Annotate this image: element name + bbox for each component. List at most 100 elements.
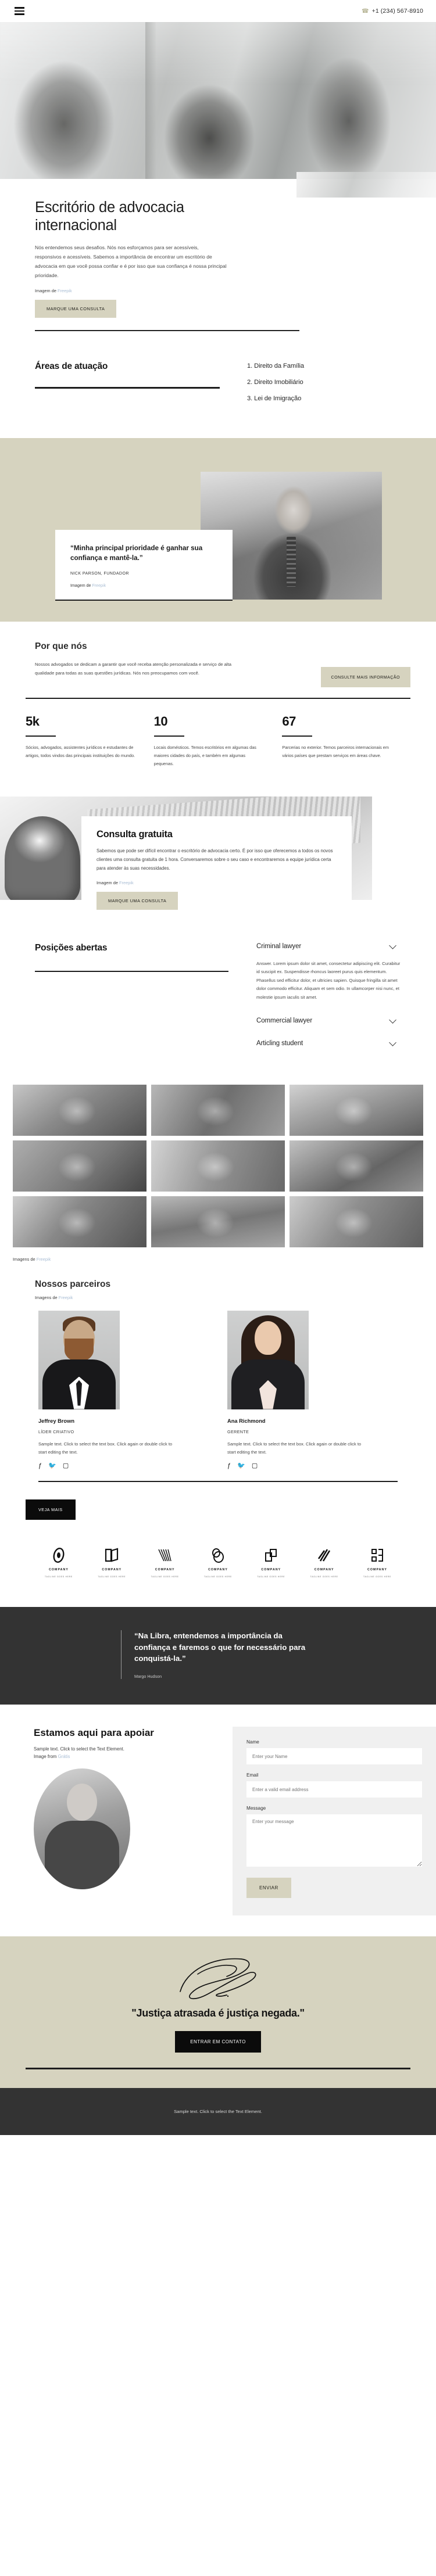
hamburger-icon[interactable] [13, 5, 26, 17]
client-logo[interactable]: COMPANY TAGLINE GOES HERE [357, 1547, 398, 1578]
accordion-label: Commercial lawyer [256, 1017, 313, 1025]
stat-item: 10 Locais domésticos. Temos escritórios … [153, 714, 283, 768]
consult-image-credit: Imagem de Freepik [97, 880, 337, 885]
client-logo[interactable]: COMPANY TAGLINE GOES HERE [38, 1547, 79, 1578]
gallery-credit-link[interactable]: Freepik [37, 1257, 51, 1262]
why-us-cta-button[interactable]: CONSULTE MAIS INFORMAÇÃO [320, 666, 410, 687]
hero-cta-button[interactable]: MARQUE UMA CONSULTA [35, 299, 117, 318]
twitter-icon[interactable]: 🐦 [237, 1463, 245, 1469]
partners-credit-prefix: Imagens de [35, 1294, 59, 1300]
logo-tagline: TAGLINE GOES HERE [151, 1576, 179, 1578]
partners-credit: Imagens de Freepik [35, 1295, 410, 1300]
logo-name: COMPANY [314, 1568, 334, 1572]
gallery-image[interactable] [151, 1140, 285, 1192]
contact-form: Name Email Message ENVIAR [233, 1727, 436, 1916]
free-consultation-section: Consulta gratuita Sabemos que pode ser d… [0, 796, 436, 921]
contact-image-credit: Image from Grátis [34, 1754, 233, 1759]
gallery-image[interactable] [290, 1196, 423, 1247]
signature-divider [26, 2068, 410, 2069]
stat-number: 10 [153, 714, 168, 729]
phone-number: +1 (234) 567-8910 [371, 8, 423, 15]
partners-section: Nossos parceiros Imagens de Freepik Jeff… [0, 1262, 436, 1488]
stat-description: Parcerias no exterior. Temos parceiros i… [282, 744, 389, 759]
why-us-divider [26, 697, 410, 699]
gallery-image[interactable] [13, 1084, 146, 1136]
see-more-button[interactable]: VEJA MAIS [26, 1499, 76, 1520]
client-logo[interactable]: COMPANY TAGLINE GOES HERE [304, 1547, 345, 1578]
hero-credit-link[interactable]: Freepik [58, 288, 72, 293]
twitter-icon[interactable]: 🐦 [48, 1463, 56, 1469]
free-consultation-card: Consulta gratuita Sabemos que pode ser d… [81, 816, 352, 921]
team-member-bio: Sample text. Click to select the text bo… [227, 1441, 362, 1455]
instagram-icon[interactable]: ▢ [63, 1463, 69, 1469]
accordion-item-commercial-lawyer[interactable]: Commercial lawyer [256, 1016, 401, 1025]
message-field[interactable] [246, 1814, 422, 1867]
why-us-title: Por que nós [35, 641, 87, 651]
logo-name: COMPANY [261, 1568, 281, 1572]
logo-tagline: TAGLINE GOES HERE [98, 1576, 126, 1578]
chevron-down-icon[interactable] [389, 1038, 396, 1046]
accordion-item-criminal-lawyer[interactable]: Criminal lawyer Answer. Lorem ipsum dolo… [256, 941, 401, 1002]
phone-link[interactable]: ☎ +1 (234) 567-8910 [362, 8, 423, 15]
stat-number: 67 [282, 714, 296, 729]
logo-tagline: TAGLINE GOES HERE [45, 1576, 73, 1578]
email-field[interactable] [246, 1781, 422, 1798]
testimonial-credit-prefix: Imagem de [70, 583, 92, 588]
testimonial-author: NICK PARSON, FUNDADOR [70, 571, 129, 576]
chevron-down-icon[interactable] [389, 941, 396, 949]
free-consultation-description: Sabemos que pode ser difícil encontrar o… [97, 848, 333, 871]
testimonial-card: “Minha principal prioridade é ganhar sua… [55, 530, 233, 600]
submit-button[interactable]: ENVIAR [246, 1878, 291, 1899]
contact-cta-button[interactable]: ENTRAR EM CONTATO [175, 2031, 261, 2053]
practice-areas-section: Áreas de atuação 1. Direito da Família 2… [0, 336, 436, 439]
dark-quote-author: Margo Hudson [134, 1674, 162, 1680]
stat-underline [26, 736, 56, 737]
testimonial-credit-link[interactable]: Freepik [92, 583, 106, 588]
team-member-role: LÍDER CRIATIVO [38, 1429, 74, 1434]
logo-brackets-icon [370, 1547, 385, 1564]
client-logos-row: COMPANY TAGLINE GOES HERE COMPANY TAGLIN… [0, 1520, 436, 1607]
gallery-image[interactable] [13, 1140, 146, 1192]
list-item: 2. Direito Imobiliário [247, 379, 303, 386]
client-logo[interactable]: COMPANY TAGLINE GOES HERE [198, 1547, 238, 1578]
team-member-name: Ana Richmond [227, 1418, 266, 1424]
facebook-icon[interactable]: ƒ [227, 1463, 231, 1469]
client-logo[interactable]: COMPANY TAGLINE GOES HERE [145, 1547, 185, 1578]
footer: Sample text. Click to select the Text El… [0, 2087, 436, 2135]
gallery-image[interactable] [13, 1196, 146, 1247]
contact-credit-link[interactable]: Grátis [58, 1754, 70, 1759]
why-us-section: Por que nós Nossos advogados se dedicam … [0, 621, 436, 785]
client-logo[interactable]: COMPANY TAGLINE GOES HERE [251, 1547, 291, 1578]
partners-divider [38, 1481, 398, 1483]
accordion-header[interactable]: Articling student [256, 1038, 401, 1047]
page-title: Escritório de advocacia internacional [35, 199, 184, 234]
consult-credit-link[interactable]: Freepik [119, 880, 134, 885]
chevron-down-icon[interactable] [389, 1016, 396, 1024]
open-positions-heading-block: Posições abertas [35, 943, 230, 1063]
logo-name: COMPANY [367, 1568, 387, 1572]
open-positions-section: Posições abertas Criminal lawyer Answer.… [0, 917, 436, 1080]
gallery-credit: Imagens de Freepik [0, 1253, 436, 1262]
accordion-item-articling-student[interactable]: Articling student [256, 1038, 401, 1047]
team-list: Jeffrey Brown LÍDER CRIATIVO Sample text… [38, 1310, 410, 1470]
partners-credit-link[interactable]: Freepik [59, 1295, 73, 1300]
gallery-image[interactable] [290, 1084, 423, 1136]
practice-areas-heading-block: Áreas de atuação [35, 361, 230, 411]
name-field[interactable] [246, 1748, 422, 1765]
accordion-header[interactable]: Commercial lawyer [256, 1016, 401, 1025]
logo-tagline: TAGLINE GOES HERE [363, 1576, 391, 1578]
signature-quote: "Justiça atrasada é justiça negada." [131, 2007, 305, 2019]
facebook-icon[interactable]: ƒ [38, 1463, 42, 1469]
dark-quote-text: “Na Libra, entendemos a importância da c… [134, 1631, 306, 1663]
consult-cta-button[interactable]: MARQUE UMA CONSULTA [97, 891, 178, 910]
instagram-icon[interactable]: ▢ [252, 1463, 258, 1469]
gallery-image[interactable] [290, 1140, 423, 1192]
gallery-image[interactable] [151, 1084, 285, 1136]
client-logo[interactable]: COMPANY TAGLINE GOES HERE [91, 1547, 132, 1578]
accordion-body: Answer. Lorem ipsum dolor sit amet, cons… [256, 960, 401, 1000]
list-item: 1. Direito da Família [247, 363, 305, 370]
team-member-name: Jeffrey Brown [38, 1418, 74, 1424]
open-positions-title: Posições abertas [35, 942, 108, 953]
gallery-image[interactable] [151, 1196, 285, 1247]
accordion-header[interactable]: Criminal lawyer [256, 941, 401, 950]
